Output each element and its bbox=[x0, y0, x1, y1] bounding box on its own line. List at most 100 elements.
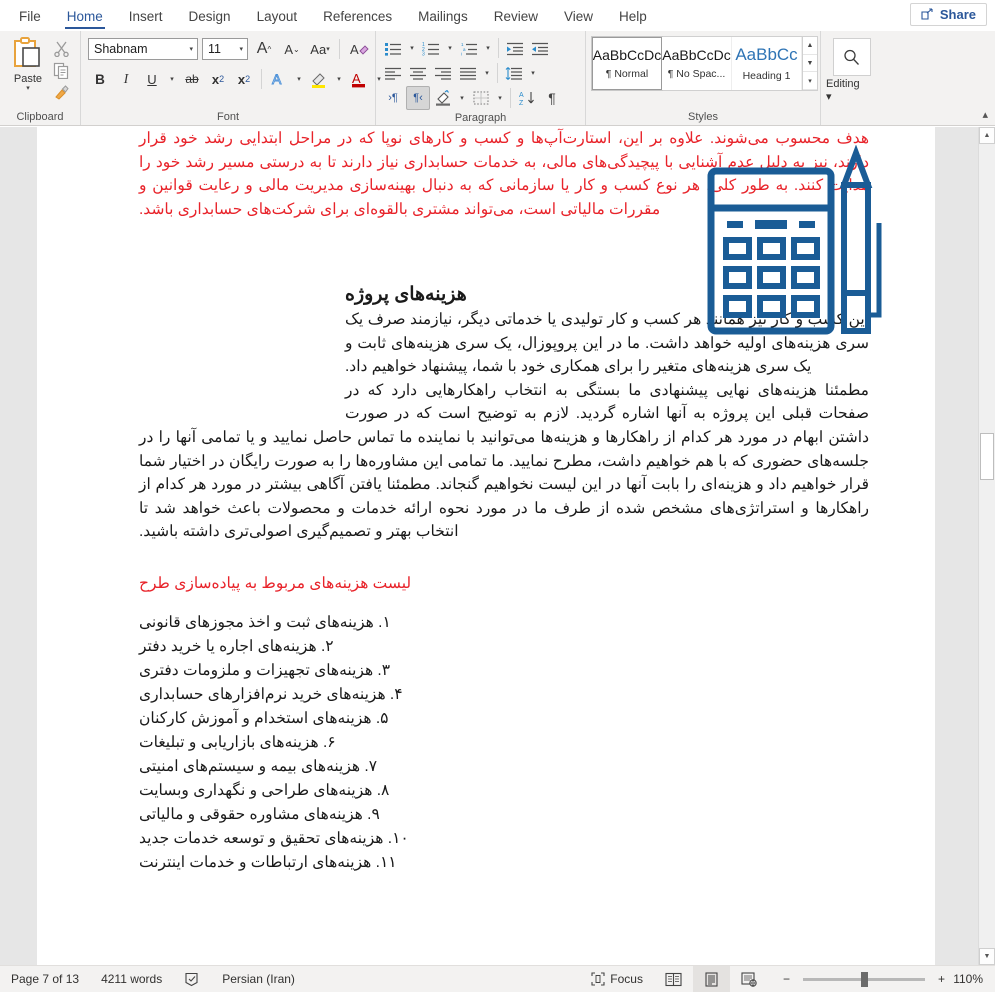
bold-button[interactable]: B bbox=[88, 67, 112, 91]
ribbon-group-styles: AaBbCcDc ¶ Normal AaBbCcDc ¶ No Spac... … bbox=[585, 31, 820, 125]
style-item-no-spacing[interactable]: AaBbCcDc ¶ No Spac... bbox=[662, 37, 732, 90]
shading-button[interactable] bbox=[431, 86, 455, 110]
ribbon-tab-bar: File Home Insert Design Layout Reference… bbox=[0, 0, 995, 31]
cut-scissors-icon[interactable] bbox=[53, 40, 70, 57]
underline-button[interactable]: U bbox=[140, 67, 164, 91]
styles-scroll-up-icon[interactable]: ▲ bbox=[803, 37, 817, 55]
format-painter-icon[interactable] bbox=[53, 84, 70, 101]
numbering-button[interactable]: 123 bbox=[419, 36, 443, 60]
read-mode-button[interactable] bbox=[654, 966, 693, 992]
ltr-text-direction-button[interactable]: ›¶ bbox=[381, 86, 405, 110]
numbering-chevron-down-icon[interactable]: ▾ bbox=[444, 36, 456, 60]
shrink-font-button[interactable]: A ⌄ bbox=[280, 37, 304, 61]
bullets-chevron-down-icon[interactable]: ▾ bbox=[406, 36, 418, 60]
tab-review[interactable]: Review bbox=[481, 4, 551, 31]
font-name-combobox[interactable]: Shabnam ▾ bbox=[88, 38, 198, 60]
tab-design[interactable]: Design bbox=[176, 4, 244, 31]
style-preview: AaBbCc bbox=[735, 45, 798, 64]
align-left-button[interactable] bbox=[381, 61, 405, 85]
clear-formatting-button[interactable]: A bbox=[347, 37, 371, 61]
text-effects-chevron-down-icon[interactable]: ▾ bbox=[293, 67, 305, 91]
focus-mode-button[interactable]: Focus bbox=[580, 966, 654, 992]
align-right-button[interactable] bbox=[431, 61, 455, 85]
paragraph-group-label: Paragraph bbox=[454, 112, 507, 124]
zoom-slider-handle[interactable] bbox=[860, 971, 868, 987]
borders-chevron-down-icon[interactable]: ▾ bbox=[494, 86, 506, 110]
text-effects-button[interactable]: A bbox=[267, 67, 291, 91]
editing-button[interactable] bbox=[832, 38, 871, 76]
borders-button[interactable] bbox=[469, 86, 493, 110]
multilevel-list-button[interactable]: 1ai bbox=[457, 36, 481, 60]
shading-chevron-down-icon[interactable]: ▾ bbox=[456, 86, 468, 110]
rtl-text-direction-button[interactable]: ¶‹ bbox=[406, 86, 430, 110]
increase-indent-button[interactable] bbox=[528, 36, 552, 60]
italic-button[interactable]: I bbox=[114, 67, 138, 91]
font-size-chevron-down-icon[interactable]: ▾ bbox=[239, 46, 243, 53]
zoom-in-button[interactable]: + bbox=[934, 966, 949, 992]
style-name: ¶ Normal bbox=[605, 68, 649, 80]
sort-button[interactable]: AZ bbox=[515, 86, 539, 110]
style-item-heading-1[interactable]: AaBbCc Heading 1 bbox=[732, 37, 802, 90]
superscript-button[interactable]: x2 bbox=[232, 67, 256, 91]
show-formatting-marks-button[interactable]: ¶ bbox=[540, 86, 564, 110]
document-page[interactable]: هدف محسوب می‌شوند. علاوه بر این، استارت‌… bbox=[37, 127, 935, 965]
tab-view[interactable]: View bbox=[551, 4, 606, 31]
font-size-combobox[interactable]: 11 ▾ bbox=[202, 38, 248, 60]
highlight-chevron-down-icon[interactable]: ▾ bbox=[333, 67, 345, 91]
para-divider-2 bbox=[497, 63, 498, 83]
zoom-level[interactable]: 110% bbox=[949, 972, 995, 986]
editing-chevron-down-icon[interactable]: ▾ bbox=[826, 92, 832, 103]
zoom-out-button[interactable]: − bbox=[769, 966, 794, 992]
share-button[interactable]: Share bbox=[909, 3, 987, 26]
web-layout-button[interactable] bbox=[730, 966, 769, 992]
change-case-chevron-down-icon[interactable]: ▾ bbox=[326, 46, 330, 53]
justify-button[interactable] bbox=[456, 61, 480, 85]
font-name-chevron-down-icon[interactable]: ▾ bbox=[189, 46, 193, 53]
strikethrough-button[interactable]: ab bbox=[180, 67, 204, 91]
document-canvas[interactable]: هدف محسوب می‌شوند. علاوه بر این، استارت‌… bbox=[0, 127, 995, 965]
tab-file[interactable]: File bbox=[6, 4, 54, 31]
multilevel-chevron-down-icon[interactable]: ▾ bbox=[482, 36, 494, 60]
line-spacing-button[interactable] bbox=[502, 61, 526, 85]
line-spacing-chevron-down-icon[interactable]: ▾ bbox=[527, 61, 539, 85]
tab-layout[interactable]: Layout bbox=[244, 4, 311, 31]
grow-font-button[interactable]: A ^ bbox=[252, 37, 276, 61]
font-color-icon: A bbox=[350, 71, 368, 88]
tab-home[interactable]: Home bbox=[54, 4, 116, 31]
style-item-normal[interactable]: AaBbCcDc ¶ Normal bbox=[591, 36, 663, 91]
underline-chevron-down-icon[interactable]: ▾ bbox=[166, 67, 178, 91]
scroll-up-icon[interactable]: ▲ bbox=[979, 127, 995, 144]
print-layout-button[interactable] bbox=[692, 966, 730, 992]
tab-mailings[interactable]: Mailings bbox=[405, 4, 481, 31]
highlight-button[interactable] bbox=[307, 67, 331, 91]
tab-insert[interactable]: Insert bbox=[116, 4, 176, 31]
list-item: ٢. هزینه‌های اجاره یا خرید دفتر bbox=[139, 637, 334, 655]
styles-more-icon[interactable]: ▾ bbox=[803, 72, 817, 91]
proofing-errors-icon[interactable] bbox=[173, 966, 211, 992]
font-size-value: 11 bbox=[208, 42, 221, 56]
bullets-button[interactable] bbox=[381, 36, 405, 60]
page-indicator[interactable]: Page 7 of 13 bbox=[0, 966, 90, 992]
scrollbar-thumb[interactable] bbox=[980, 433, 994, 480]
document-content[interactable]: هدف محسوب می‌شوند. علاوه بر این، استارت‌… bbox=[139, 127, 882, 875]
tab-references[interactable]: References bbox=[310, 4, 405, 31]
vertical-scrollbar[interactable]: ▲ ▼ bbox=[978, 127, 995, 965]
copy-icon[interactable] bbox=[53, 62, 70, 79]
styles-scroll-down-icon[interactable]: ▼ bbox=[803, 55, 817, 73]
subscript-button[interactable]: x2 bbox=[206, 67, 230, 91]
language-indicator[interactable]: Persian (Iran) bbox=[211, 966, 306, 992]
word-count[interactable]: 4211 words bbox=[90, 966, 173, 992]
paste-button[interactable]: Paste ▾ bbox=[5, 36, 51, 101]
collapse-ribbon-icon[interactable]: ▴ bbox=[982, 108, 988, 121]
zoom-slider[interactable] bbox=[802, 971, 925, 987]
paste-chevron-down-icon[interactable]: ▾ bbox=[26, 85, 30, 92]
font-color-button[interactable]: A bbox=[347, 67, 371, 91]
shrink-font-label: A bbox=[284, 41, 293, 57]
scroll-down-icon[interactable]: ▼ bbox=[979, 948, 995, 965]
justify-chevron-down-icon[interactable]: ▾ bbox=[481, 61, 493, 85]
change-case-button[interactable]: Aa ▾ bbox=[308, 37, 332, 61]
tab-help[interactable]: Help bbox=[606, 4, 660, 31]
align-center-button[interactable] bbox=[406, 61, 430, 85]
decrease-indent-button[interactable] bbox=[503, 36, 527, 60]
clipboard-group-label: Clipboard bbox=[16, 111, 64, 123]
